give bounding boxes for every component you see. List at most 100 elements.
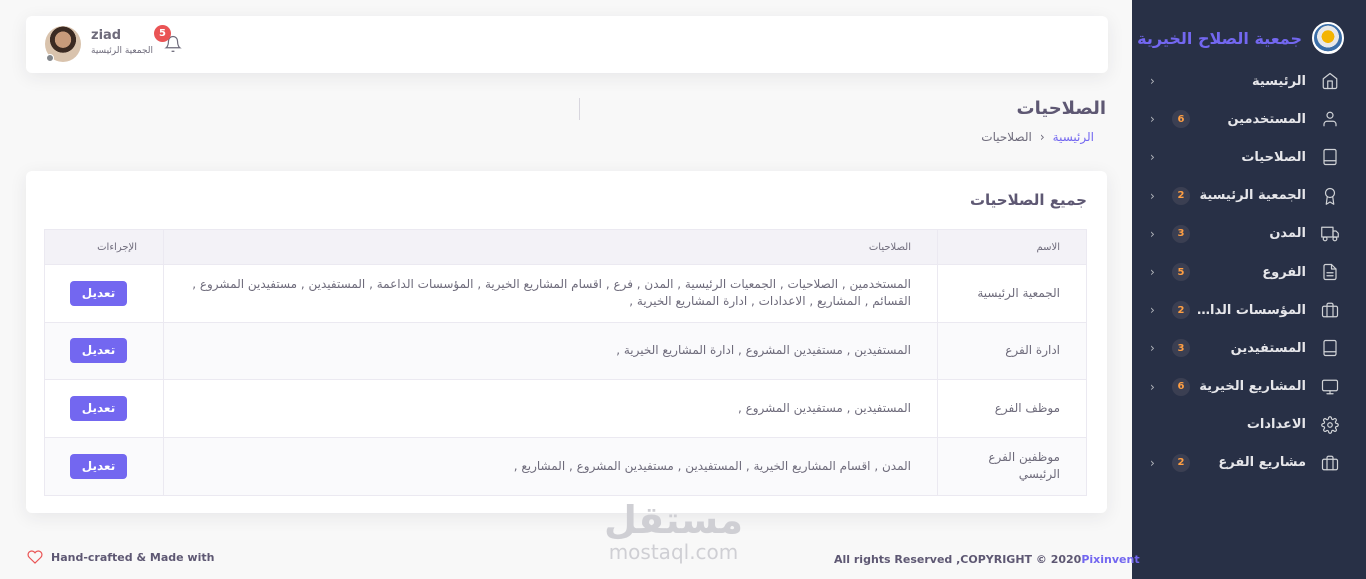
sidebar-item-settings[interactable]: الاعدادات xyxy=(1132,406,1366,444)
sidebar-item-beneficiaries[interactable]: المستفيدين 3 ‹ xyxy=(1132,329,1366,367)
chevron-icon: ‹ xyxy=(1150,265,1155,280)
sidebar-item-label: الفروع xyxy=(1262,264,1306,280)
sidebar-item-label: المدن xyxy=(1269,226,1306,242)
tablet-icon xyxy=(1320,338,1340,358)
count-badge: 3 xyxy=(1172,339,1190,358)
sidebar-item-label: الرئيسية xyxy=(1251,73,1306,89)
chevron-icon: ‹ xyxy=(1150,226,1155,241)
chevron-icon: ‹ xyxy=(1150,74,1155,89)
count-badge: 3 xyxy=(1172,224,1190,243)
sidebar-item-cities[interactable]: المدن 3 ‹ xyxy=(1132,215,1366,253)
footer-copyright-text: All rights Reserved ,COPYRIGHT © 2020 xyxy=(834,553,1082,566)
sidebar-nav: الرئيسية ‹ المستخدمين 6 ‹ الصلاحيات ‹ ال… xyxy=(1132,62,1366,482)
row-permissions: المستخدمين , الصلاحيات , الجمعيات الرئيس… xyxy=(163,265,937,322)
heart-icon xyxy=(26,549,44,565)
row-permissions: المستفيدين , مستفيدين المشروع , xyxy=(163,380,937,437)
user-name[interactable]: ziad xyxy=(91,28,121,43)
column-header-name[interactable]: الاسم xyxy=(937,230,1086,264)
footer-credit: Hand-crafted & Made with xyxy=(26,549,214,565)
truck-icon xyxy=(1320,224,1340,244)
table-row: موظفين الفرع الرئيسي المدن , اقسام المشا… xyxy=(45,437,1086,496)
sidebar-item-label: الاعدادات xyxy=(1246,417,1306,433)
sidebar-item-supporting-institutions[interactable]: المؤسسات الداعمة 2 ‹ xyxy=(1132,291,1366,329)
chevron-icon: ‹ xyxy=(1150,455,1155,470)
footer-credit-text: Hand-crafted & Made with xyxy=(51,550,215,564)
brand-logo xyxy=(1312,22,1344,54)
brand[interactable]: جمعية الصلاح الخيرية xyxy=(1137,20,1344,56)
edit-button[interactable]: تعديل xyxy=(70,338,127,364)
count-badge: 6 xyxy=(1172,377,1190,396)
count-badge: 2 xyxy=(1172,453,1190,472)
user-icon xyxy=(1320,109,1340,129)
column-header-actions: الإجراءات xyxy=(97,241,137,253)
table-row: ادارة الفرع المستفيدين , مستفيدين المشرو… xyxy=(45,322,1086,380)
brand-name: جمعية الصلاح الخيرية xyxy=(1137,28,1302,48)
sidebar-item-users[interactable]: المستخدمين 6 ‹ xyxy=(1132,100,1366,138)
breadcrumb-current: الصلاحيات xyxy=(981,130,1032,144)
user-role: الجمعية الرئيسية xyxy=(91,46,153,56)
card-title: جميع الصلاحيات xyxy=(969,191,1087,209)
sidebar-item-label: مشاريع الفرع xyxy=(1218,455,1306,471)
sidebar-item-branch-projects[interactable]: مشاريع الفرع 2 ‹ xyxy=(1132,444,1366,482)
row-actions: تعديل xyxy=(45,323,163,380)
row-actions: تعديل xyxy=(45,265,163,322)
chevron-icon: ‹ xyxy=(1150,150,1155,165)
count-badge: 5 xyxy=(1172,263,1190,282)
breadcrumb-home-link[interactable]: الرئيسية xyxy=(1053,130,1094,144)
monitor-icon xyxy=(1320,377,1340,397)
sidebar-item-home[interactable]: الرئيسية ‹ xyxy=(1132,62,1366,100)
sidebar-item-label: الجمعية الرئيسية xyxy=(1199,188,1306,204)
permissions-card: جميع الصلاحيات الاسم الصلاحيات الإجراءات… xyxy=(26,171,1107,513)
sidebar: جمعية الصلاح الخيرية الرئيسية ‹ المستخدم… xyxy=(1132,0,1366,579)
chevron-icon: ‹ xyxy=(1039,130,1045,144)
edit-button[interactable]: تعديل xyxy=(70,395,127,421)
chevron-icon: ‹ xyxy=(1150,341,1155,356)
home-icon xyxy=(1320,71,1340,91)
page-title: الصلاحيات xyxy=(1016,98,1107,119)
row-name: موظفين الفرع الرئيسي xyxy=(937,437,1086,495)
briefcase-icon xyxy=(1320,300,1340,320)
row-name: الجمعية الرئيسية xyxy=(937,265,1086,322)
file-text-icon xyxy=(1320,262,1340,282)
row-actions: تعديل xyxy=(45,438,163,496)
tablet-icon xyxy=(1320,147,1340,167)
sidebar-item-permissions[interactable]: الصلاحيات ‹ xyxy=(1132,138,1366,176)
sidebar-item-label: المؤسسات الداعمة xyxy=(1196,302,1306,318)
row-actions: تعديل xyxy=(45,380,163,437)
count-badge: 2 xyxy=(1172,301,1190,320)
sidebar-item-charity-projects[interactable]: المشاريع الخيرية 6 ‹ xyxy=(1132,368,1366,406)
table-header: الاسم الصلاحيات الإجراءات xyxy=(45,230,1086,265)
title-divider xyxy=(579,98,580,120)
briefcase-icon xyxy=(1320,453,1340,473)
sidebar-item-label: الصلاحيات xyxy=(1241,149,1306,165)
status-dot xyxy=(46,54,54,62)
footer-pixinvent-link[interactable]: Pixinvent xyxy=(1081,553,1139,566)
chevron-icon: ‹ xyxy=(1150,112,1155,127)
sidebar-item-label: المستفيدين xyxy=(1230,340,1306,356)
watermark-arabic: مستقل xyxy=(604,498,743,542)
count-badge: 6 xyxy=(1172,110,1190,129)
edit-button[interactable]: تعديل xyxy=(70,280,127,306)
row-name: موظف الفرع xyxy=(937,380,1086,437)
chevron-icon: ‹ xyxy=(1150,379,1155,394)
sidebar-item-main-association[interactable]: الجمعية الرئيسية 2 ‹ xyxy=(1132,177,1366,215)
watermark-latin: mostaql.com xyxy=(608,540,739,564)
table-row: موظف الفرع المستفيدين , مستفيدين المشروع… xyxy=(45,380,1086,438)
sidebar-item-branches[interactable]: الفروع 5 ‹ xyxy=(1132,253,1366,291)
award-icon xyxy=(1320,186,1340,206)
permissions-table: الاسم الصلاحيات الإجراءات الجمعية الرئيس… xyxy=(44,229,1087,496)
table-row: الجمعية الرئيسية المستخدمين , الصلاحيات … xyxy=(45,265,1086,323)
column-header-permissions[interactable]: الصلاحيات xyxy=(163,230,937,264)
watermark: مستقل mostaql.com xyxy=(604,500,743,564)
sidebar-item-label: المستخدمين xyxy=(1227,111,1306,127)
top-navbar: ziad الجمعية الرئيسية 5 xyxy=(26,16,1108,73)
breadcrumb: الرئيسية ‹ الصلاحيات xyxy=(981,130,1094,144)
edit-button[interactable]: تعديل xyxy=(70,453,127,479)
footer-copyright: All rights Reserved ,COPYRIGHT © 2020Pix… xyxy=(834,553,1140,566)
row-permissions: المستفيدين , مستفيدين المشروع , ادارة ال… xyxy=(163,322,937,379)
count-badge: 2 xyxy=(1172,186,1190,205)
chevron-icon: ‹ xyxy=(1150,303,1155,318)
chevron-icon: ‹ xyxy=(1150,188,1155,203)
notification-badge: 5 xyxy=(154,25,171,42)
sidebar-item-label: المشاريع الخيرية xyxy=(1199,379,1306,395)
